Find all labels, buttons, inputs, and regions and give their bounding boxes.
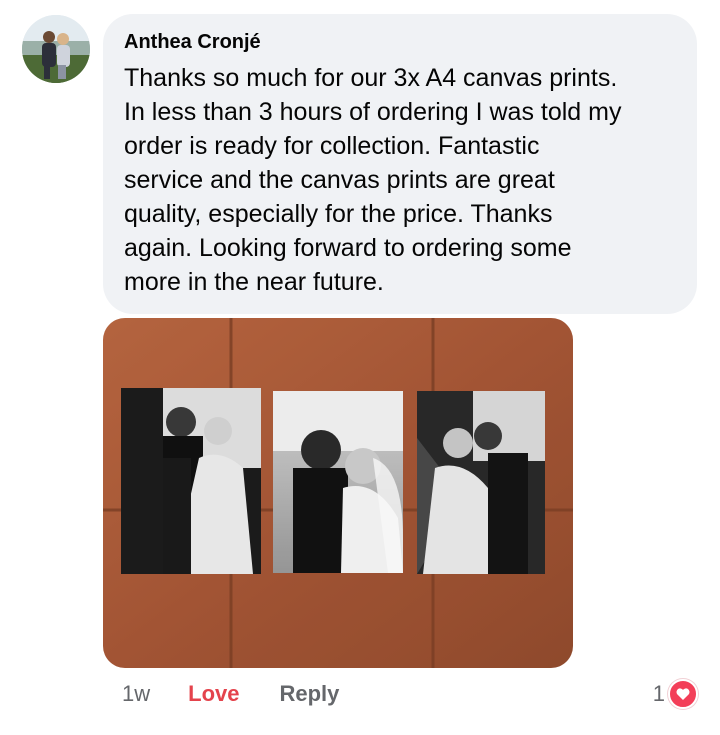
author-name[interactable]: Anthea Cronjé (124, 29, 677, 55)
reaction-summary[interactable]: 1 (653, 678, 698, 710)
comment-actions: 1w Love Reply (122, 678, 339, 710)
reply-button[interactable]: Reply (279, 681, 339, 707)
love-button[interactable]: Love (188, 681, 239, 707)
avatar[interactable] (22, 15, 90, 83)
attached-photo[interactable] (103, 318, 573, 668)
comment-bubble: Anthea Cronjé Thanks so much for our 3x … (103, 14, 697, 314)
timestamp[interactable]: 1w (122, 681, 150, 707)
heart-icon (676, 688, 690, 700)
heart-reaction-badge (668, 679, 698, 709)
canvas-prints-photo (103, 318, 573, 668)
comment-view: Anthea Cronjé Thanks so much for our 3x … (0, 0, 720, 735)
avatar-image (22, 15, 90, 83)
reaction-count: 1 (652, 681, 665, 706)
comment-text: Thanks so much for our 3x A4 canvas prin… (124, 64, 622, 296)
